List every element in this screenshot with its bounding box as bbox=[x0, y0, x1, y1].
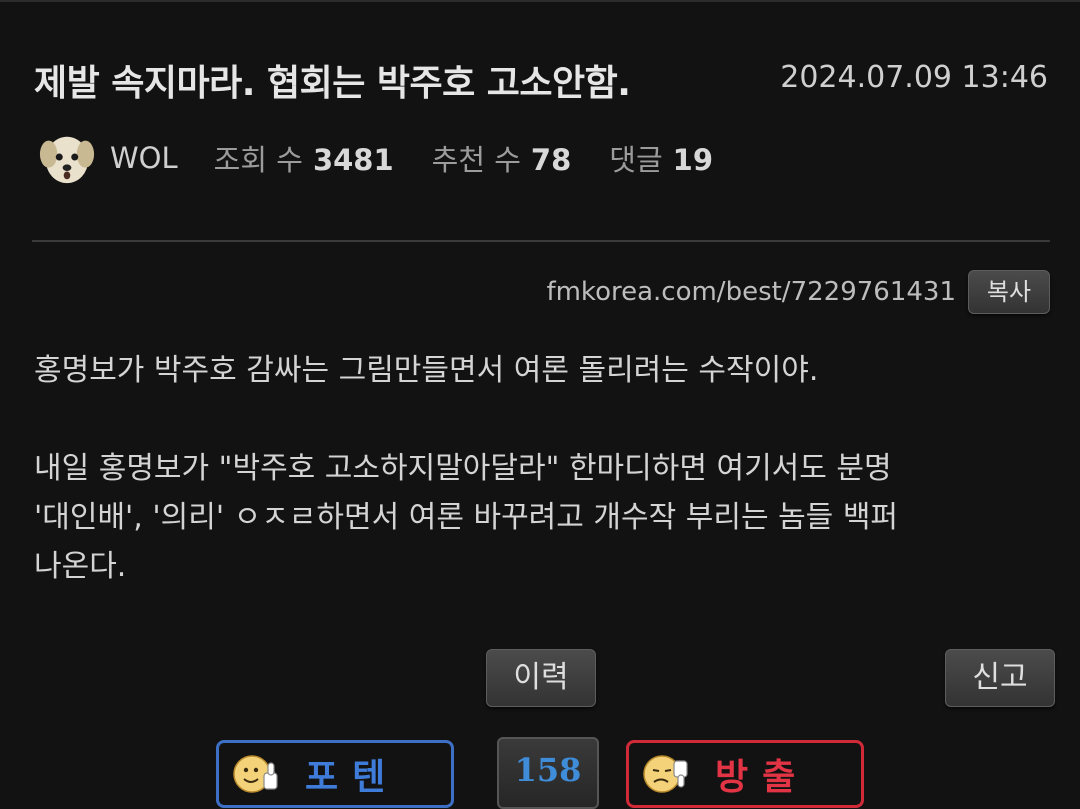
post-url[interactable]: fmkorea.com/best/7229761431 bbox=[546, 277, 956, 307]
copy-url-button[interactable]: 복사 bbox=[968, 270, 1050, 314]
top-border bbox=[0, 0, 1080, 2]
history-button[interactable]: 이력 bbox=[486, 649, 596, 707]
post-meta: WOL 조회 수 3481 추천 수 78 댓글 19 bbox=[38, 130, 751, 186]
report-button[interactable]: 신고 bbox=[945, 649, 1055, 707]
thumbs-down-face-icon bbox=[643, 755, 688, 793]
view-count-value: 3481 bbox=[312, 143, 394, 177]
thumbs-up-face-icon bbox=[233, 755, 278, 793]
dog-face-icon[interactable] bbox=[38, 129, 96, 187]
recommend-count-label: 추천 수 bbox=[431, 143, 521, 177]
recommend-count: 추천 수 78 bbox=[432, 137, 572, 179]
upvote-label: 포텐 bbox=[305, 757, 400, 798]
header-divider bbox=[32, 240, 1050, 242]
upvote-button[interactable]: 포텐 bbox=[216, 740, 454, 808]
view-count: 조회 수 3481 bbox=[214, 137, 394, 179]
vote-count: 158 bbox=[497, 737, 599, 809]
downvote-label: 방출 bbox=[715, 757, 810, 798]
post-datetime: 2024.07.09 13:46 bbox=[780, 60, 1048, 95]
post-url-row: fmkorea.com/best/7229761431 복사 bbox=[546, 270, 1050, 314]
comment-count-label: 댓글 bbox=[609, 143, 663, 177]
view-count-label: 조회 수 bbox=[213, 143, 303, 177]
author-name[interactable]: WOL bbox=[110, 141, 178, 175]
body-line: 나온다. bbox=[34, 549, 127, 584]
post-title: 제발 속지마라. 협회는 박주호 고소안함. bbox=[34, 63, 631, 104]
body-line: 내일 홍명보가 "박주호 고소하지말아달라" 한마디하면 여기서도 분명 bbox=[34, 451, 892, 486]
body-paragraph: 홍명보가 박주호 감싸는 그림만들면서 여론 돌리려는 수작이야. bbox=[34, 353, 819, 388]
comment-count-value: 19 bbox=[672, 143, 714, 177]
post-body: 홍명보가 박주호 감싸는 그림만들면서 여론 돌리려는 수작이야. 내일 홍명보… bbox=[34, 346, 1044, 591]
body-line: '대인배', '의리' ㅇㅈㄹ하면서 여론 바꾸려고 개수작 부리는 놈들 백퍼 bbox=[34, 500, 899, 535]
comment-count[interactable]: 댓글 19 bbox=[609, 137, 713, 179]
downvote-button[interactable]: 방출 bbox=[626, 740, 864, 808]
recommend-count-value: 78 bbox=[530, 143, 572, 177]
